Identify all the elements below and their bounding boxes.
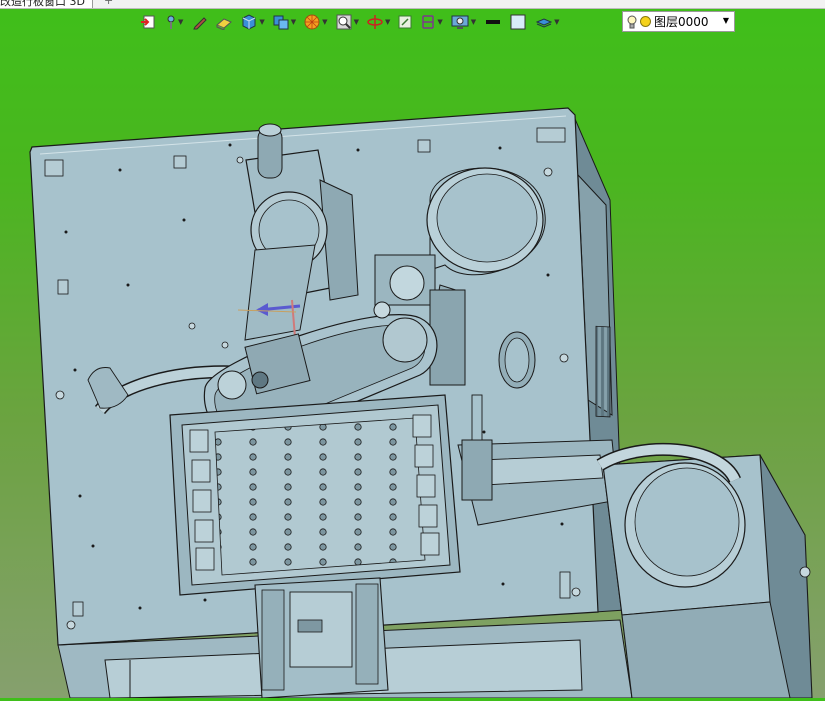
monitor-settings-icon bbox=[451, 15, 469, 29]
display-mode-icon bbox=[273, 15, 289, 30]
eraser-button[interactable] bbox=[215, 12, 233, 32]
eraser-icon bbox=[216, 18, 233, 30]
rotate-axis-button[interactable]: ▼ bbox=[366, 12, 390, 32]
zoom-button[interactable]: ▼ bbox=[335, 12, 359, 32]
document-tab-bar: 改造行板窗口 3D + bbox=[0, 0, 825, 9]
chevron-down-icon: ▼ bbox=[437, 17, 443, 26]
fit-view-icon bbox=[398, 15, 412, 29]
line-style-icon bbox=[486, 20, 501, 24]
shaded-box-icon bbox=[242, 14, 256, 30]
color-box-button[interactable] bbox=[510, 12, 526, 32]
document-tab[interactable]: 改造行板窗口 3D bbox=[0, 0, 93, 8]
layer-name: 图层0000 bbox=[654, 15, 709, 29]
layers-icon bbox=[535, 18, 553, 28]
chevron-down-icon: ▼ bbox=[554, 17, 560, 26]
color-box-icon bbox=[510, 14, 526, 30]
display-mode-button[interactable]: ▼ bbox=[272, 12, 296, 32]
chevron-down-icon: ▼ bbox=[178, 17, 184, 26]
monitor-settings-button[interactable]: ▼ bbox=[450, 12, 476, 32]
layer-color-icon bbox=[640, 16, 651, 27]
heads-up-view-toolbar: ▼ ▼ ▼ ▼ ▼ ▼ ▼ ▼ ▼ bbox=[140, 11, 560, 33]
render-sphere-icon bbox=[304, 14, 320, 30]
chevron-down-icon: ▼ bbox=[353, 17, 359, 26]
new-tab-button[interactable]: + bbox=[104, 0, 113, 7]
section-view-icon bbox=[422, 15, 435, 29]
pencil-button[interactable] bbox=[192, 12, 208, 32]
document-tab-title: 改造行板窗口 3D bbox=[0, 0, 85, 8]
line-style-button[interactable] bbox=[485, 12, 501, 32]
chevron-down-icon: ▼ bbox=[470, 17, 477, 26]
zoom-icon bbox=[336, 14, 352, 30]
rotate-axis-icon bbox=[367, 15, 383, 29]
shaded-box-button[interactable]: ▼ bbox=[240, 12, 265, 32]
layer-dropdown[interactable]: 图层0000 ▼ bbox=[622, 11, 735, 32]
point-light-button[interactable]: ▼ bbox=[165, 12, 183, 32]
cad-model-drawing bbox=[29, 107, 813, 699]
cad-3d-viewport[interactable] bbox=[0, 0, 825, 699]
section-view-button[interactable]: ▼ bbox=[420, 12, 443, 32]
chevron-down-icon: ▼ bbox=[722, 16, 729, 25]
exit-sketch-button[interactable] bbox=[140, 12, 156, 32]
point-light-icon bbox=[167, 15, 175, 29]
fit-view-button[interactable] bbox=[397, 12, 413, 32]
chevron-down-icon: ▼ bbox=[290, 17, 297, 26]
chevron-down-icon: ▼ bbox=[384, 17, 391, 26]
chevron-down-icon: ▼ bbox=[259, 17, 265, 26]
render-sphere-button[interactable]: ▼ bbox=[303, 12, 328, 32]
lightbulb-icon bbox=[627, 15, 637, 28]
exit-sketch-icon bbox=[141, 15, 155, 29]
pencil-icon bbox=[193, 17, 208, 30]
chevron-down-icon: ▼ bbox=[322, 17, 328, 26]
layers-button[interactable]: ▼ bbox=[535, 12, 560, 32]
